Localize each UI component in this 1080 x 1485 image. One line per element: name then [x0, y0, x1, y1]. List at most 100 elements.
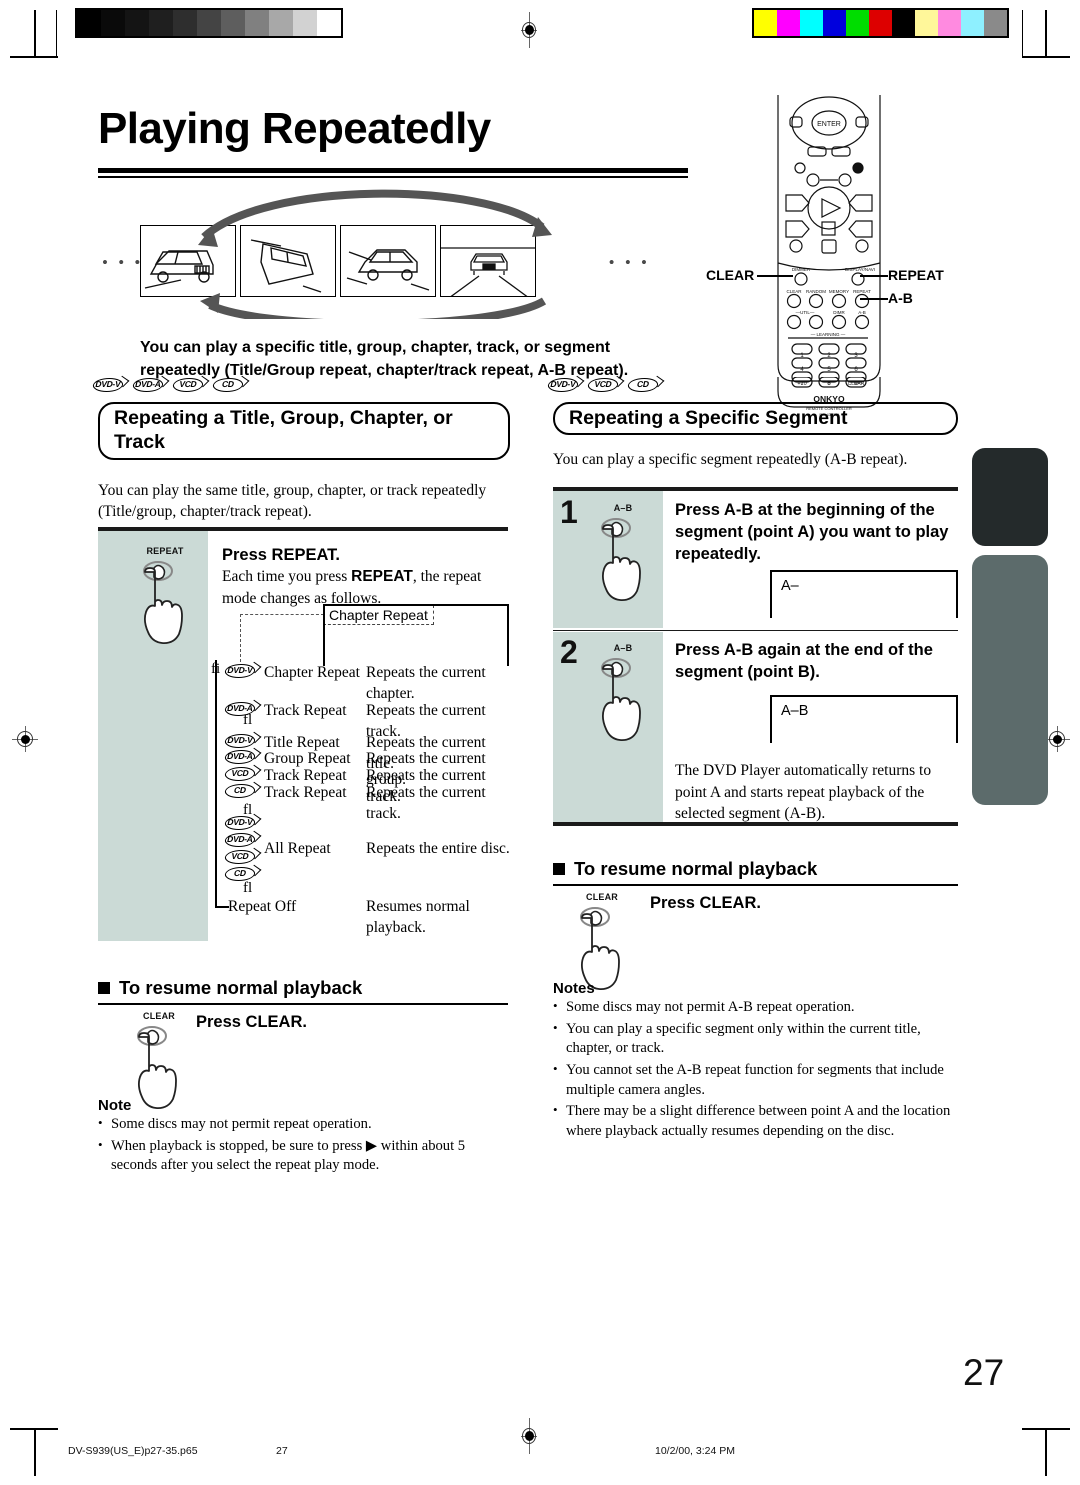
press-repeat-icon: REPEAT: [128, 546, 202, 646]
disc-badge-cd: CD: [626, 375, 665, 395]
remote-body-icon: ENTER CLEAR RANDOM MEMORY REPEAT A-B DIM…: [777, 65, 881, 387]
flow-row-disc: DVD-V: [223, 661, 262, 681]
right-step2-text: Press A-B again at the end of the segmen…: [675, 641, 933, 682]
svg-text:A-B: A-B: [858, 310, 866, 315]
right-resume-rule: [553, 884, 958, 886]
grayscale-swatch: [317, 10, 341, 36]
grayscale-swatch: [269, 10, 293, 36]
color-swatch: [892, 10, 915, 36]
crop-mark-br-h: [1022, 1428, 1070, 1430]
flow-callout-line-v: [240, 614, 241, 667]
color-swatch: [869, 10, 892, 36]
svg-text:CLEAR: CLEAR: [786, 289, 802, 294]
disc-badge-vcd: VCD: [171, 375, 210, 395]
grayscale-swatch: [221, 10, 245, 36]
disc-badge-dvd-v: DVD-V: [91, 375, 130, 395]
grayscale-calibration-bar: [75, 8, 343, 38]
color-swatch: [823, 10, 846, 36]
crop-mark-br-v: [1045, 1428, 1047, 1476]
title-rule-thin: [98, 176, 688, 178]
disc-badge-dvd-v: DVD-V: [223, 661, 262, 681]
crop-mark-tl-h: [10, 56, 58, 58]
color-swatch: [961, 10, 984, 36]
flow-cycle-bracket-foot: [215, 906, 229, 908]
disc-badge-cd: CD: [211, 375, 250, 395]
flow-row-label: All Repeat: [264, 840, 331, 857]
callout-clear: CLEAR: [706, 267, 755, 283]
right-resume-heading: To resume normal playback: [553, 858, 817, 880]
note-item: Some discs may not permit repeat operati…: [98, 1114, 508, 1135]
bullet-square-icon: [98, 982, 110, 994]
page-title: Playing Repeatedly: [98, 104, 491, 153]
left-notes-list: Some discs may not permit repeat operati…: [98, 1114, 508, 1178]
grayscale-swatch: [149, 10, 173, 36]
footer-filename: DV-S939(US_E)p27-35.p65: [68, 1445, 198, 1457]
grayscale-swatch: [293, 10, 317, 36]
flow-arrow-up-icon: fi: [211, 661, 221, 677]
grayscale-swatch: [197, 10, 221, 36]
display-panel-ab: A–B: [770, 695, 958, 743]
title-rule-thick: [98, 168, 688, 173]
registration-target-left: [12, 726, 38, 752]
right-step1-number: 1: [560, 494, 578, 530]
flow-row-disc: DVD-A: [223, 699, 262, 719]
right-notes-list: Some discs may not permit A-B repeat ope…: [553, 997, 963, 1144]
display-panel-a: A–: [770, 570, 958, 618]
svg-text:0: 0: [827, 381, 830, 387]
svg-text:—UTIL—: —UTIL—: [796, 310, 815, 315]
grayscale-swatch: [77, 10, 101, 36]
grayscale-swatch: [101, 10, 125, 36]
right-notes-heading: Notes: [553, 980, 595, 997]
svg-text:DISPLAY/NAVI: DISPLAY/NAVI: [845, 267, 875, 272]
color-swatch: [800, 10, 823, 36]
color-swatch: [938, 10, 961, 36]
repeat-loop-arrows-icon: [198, 189, 552, 319]
flow-row-description: Repeats the current track.: [366, 784, 486, 822]
bullet-square-icon: [553, 863, 565, 875]
disc-badge-dvd-v: DVD-V: [546, 375, 585, 395]
color-swatch: [777, 10, 800, 36]
flow-row-label: Repeat Off: [228, 898, 297, 915]
color-swatch: [915, 10, 938, 36]
disc-badge-cd: CD: [223, 864, 262, 884]
finger-press-icon: [580, 907, 620, 990]
finger-press-icon: [137, 1026, 177, 1109]
svg-text:CLEAR: CLEAR: [848, 381, 865, 387]
side-tab-top: [972, 448, 1048, 546]
flow-row-description: Resumes normal playback.: [366, 898, 470, 936]
footer-timestamp: 10/2/00, 3:24 PM: [655, 1445, 735, 1457]
color-swatch: [754, 10, 777, 36]
svg-text:+10: +10: [797, 381, 806, 387]
manual-page: Playing Repeatedly • • • • • • ENTER CLE…: [0, 0, 1080, 1485]
note-item: You can play a specific segment only wit…: [553, 1019, 963, 1059]
svg-text:DIMMER: DIMMER: [792, 267, 811, 272]
flow-row-disc: CD: [223, 781, 262, 801]
flow-cycle-bracket: [215, 660, 217, 908]
left-disc-badges: DVD-V DVD-A VCD CD: [91, 375, 250, 395]
crop-mark-tr-v2: [1022, 10, 1023, 58]
svg-text:DIMR: DIMR: [833, 310, 845, 315]
left-resume-heading: To resume normal playback: [98, 977, 362, 999]
press-clear-icon-right: CLEAR: [565, 892, 639, 992]
svg-text:REPEAT: REPEAT: [853, 289, 871, 294]
right-disc-badges: DVD-V VCD CD: [546, 375, 665, 395]
finger-press-icon: [143, 561, 183, 644]
press-ab-icon-2: A–B: [586, 643, 660, 743]
note-item: You cannot set the A-B repeat function f…: [553, 1060, 963, 1100]
crop-mark-tr-v: [1045, 10, 1047, 58]
color-swatch: [984, 10, 1007, 36]
crop-mark-tl-v2: [56, 10, 57, 58]
svg-text:— LEARNING —: — LEARNING —: [811, 332, 846, 337]
finger-press-icon: [601, 658, 641, 741]
left-notes-heading: Note: [98, 1097, 132, 1114]
flow-row-label: Track Repeat: [264, 702, 347, 719]
flow-box-left-edge: [323, 604, 325, 666]
callout-repeat-line: [860, 275, 888, 277]
page-number: 27: [963, 1352, 1005, 1393]
crop-mark-bl-v: [34, 1428, 36, 1476]
press-clear-icon-left: CLEAR: [122, 1011, 196, 1111]
crop-mark-tl-v: [34, 10, 36, 58]
grayscale-swatch: [245, 10, 269, 36]
flow-box-top-edge: [323, 604, 509, 606]
remote-control-illustration: ENTER CLEAR RANDOM MEMORY REPEAT A-B DIM…: [770, 65, 888, 417]
